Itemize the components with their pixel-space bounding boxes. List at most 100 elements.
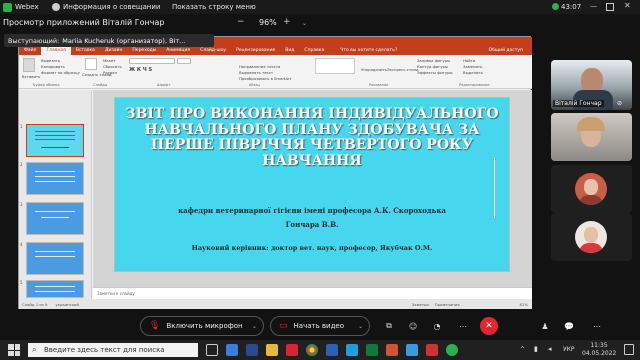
slide-thumbnail[interactable] bbox=[26, 280, 84, 298]
replace-button[interactable]: Заменить bbox=[463, 64, 482, 69]
reactions-icon[interactable]: ☺ bbox=[406, 319, 420, 333]
language-indicator[interactable]: украинский bbox=[55, 302, 79, 307]
quick-styles-button[interactable]: Экспресс-стили bbox=[387, 67, 418, 72]
app-icon[interactable] bbox=[366, 344, 378, 356]
align-text-button[interactable]: Выровнять текст bbox=[239, 70, 273, 75]
more-panels-icon[interactable]: ⋯ bbox=[590, 319, 604, 333]
comments-toggle[interactable]: Примечания bbox=[435, 302, 460, 307]
shape-outline-button[interactable]: Контур фигуры bbox=[417, 64, 448, 69]
mute-button[interactable]: 🎙 Включить микрофон ⌄ bbox=[140, 316, 264, 336]
avatar bbox=[575, 221, 607, 253]
file-explorer-icon[interactable] bbox=[266, 344, 278, 356]
chevron-down-icon[interactable]: ⌄ bbox=[358, 323, 363, 330]
smartart-button[interactable]: Преобразовать в SmartArt bbox=[239, 76, 291, 81]
minimize-icon[interactable]: — bbox=[590, 2, 597, 10]
section-button[interactable]: Раздел bbox=[103, 70, 117, 75]
task-view-icon[interactable] bbox=[206, 344, 218, 356]
participant-avatar-tile[interactable] bbox=[551, 165, 632, 213]
participant-name: Віталій Гончар bbox=[553, 100, 604, 107]
close-icon[interactable]: ✕ bbox=[624, 1, 631, 10]
text-direction-button[interactable]: Направление текста bbox=[239, 64, 280, 69]
notification-icon[interactable] bbox=[624, 344, 634, 355]
ppt-zoom-level[interactable]: 82% bbox=[520, 302, 528, 307]
tab-animations[interactable]: Анимация bbox=[161, 48, 195, 53]
participant-video-tile[interactable] bbox=[551, 113, 632, 161]
tab-slideshow[interactable]: Слайд-шоу bbox=[195, 48, 231, 53]
font-name-select[interactable] bbox=[129, 58, 175, 64]
meeting-info-link[interactable]: Информация о совещании bbox=[63, 3, 160, 11]
font-size-select[interactable] bbox=[177, 58, 191, 64]
notes-toggle[interactable]: Заметки bbox=[412, 302, 429, 307]
start-video-button[interactable]: ▭ Начать видео ⌄ bbox=[270, 316, 370, 336]
explorer-icon[interactable] bbox=[226, 344, 238, 356]
participant-video-tile[interactable]: Віталій Гончар ⊘ bbox=[551, 60, 632, 110]
app-icon[interactable] bbox=[246, 344, 258, 356]
powerpoint-window: ▪ ↶ ↷ Файл Главная Вставка Дизайн Перехо… bbox=[18, 36, 532, 309]
clock-time[interactable]: 11:35 bbox=[582, 342, 616, 349]
format-painter-button[interactable]: Формат по образцу bbox=[41, 70, 80, 75]
chevron-down-icon[interactable]: ⌄ bbox=[302, 20, 307, 27]
paste-icon[interactable] bbox=[23, 58, 35, 72]
app-icon[interactable] bbox=[426, 344, 438, 356]
powerpoint-icon[interactable] bbox=[386, 344, 398, 356]
windows-start-icon[interactable] bbox=[8, 344, 20, 356]
tab-transitions[interactable]: Переходы bbox=[127, 48, 161, 53]
tab-design[interactable]: Дизайн bbox=[100, 48, 127, 53]
participants-icon[interactable]: ♟ bbox=[538, 319, 552, 333]
group-font: Шрифт bbox=[157, 83, 171, 87]
current-slide[interactable]: ЗВІТ ПРО ВИКОНАННЯ ІНДИВІДУАЛЬНОГО НАВЧА… bbox=[114, 97, 510, 272]
tray-chevron-icon[interactable]: ^ bbox=[520, 346, 525, 353]
network-icon[interactable]: ▮ bbox=[534, 345, 538, 353]
arrange-button[interactable]: Упорядочить bbox=[361, 67, 387, 72]
maximize-icon[interactable] bbox=[606, 3, 614, 11]
taskbar-search-box[interactable]: ⌕ Введите здесь текст для поиска bbox=[28, 343, 198, 357]
shape-fill-button[interactable]: Заливка фигуры bbox=[417, 58, 450, 63]
slide-editor-canvas[interactable]: ЗВІТ ПРО ВИКОНАННЯ ІНДИВІДУАЛЬНОГО НАВЧА… bbox=[93, 90, 532, 287]
tab-file[interactable]: Файл bbox=[19, 48, 41, 53]
tab-review[interactable]: Рецензирование bbox=[231, 48, 280, 53]
chevron-down-icon[interactable]: ⌄ bbox=[240, 4, 245, 11]
new-slide-icon[interactable] bbox=[85, 58, 97, 70]
language-indicator[interactable]: УКР bbox=[563, 346, 575, 353]
app-icon[interactable] bbox=[406, 344, 418, 356]
tell-me-search[interactable]: Что вы хотите сделать? bbox=[335, 48, 402, 53]
find-button[interactable]: Найти bbox=[463, 58, 475, 63]
copy-button[interactable]: Копировать bbox=[41, 64, 65, 69]
participant-avatar-tile[interactable] bbox=[551, 213, 632, 261]
app-icon[interactable] bbox=[286, 344, 298, 356]
zoom-out-button[interactable]: − bbox=[237, 17, 245, 27]
shape-effects-button[interactable]: Эффекты фигуры bbox=[417, 70, 453, 75]
share-button[interactable]: Общий доступ bbox=[484, 48, 528, 53]
webex-icon[interactable] bbox=[446, 344, 458, 356]
tab-home[interactable]: Главная bbox=[41, 46, 71, 55]
tab-view[interactable]: Вид bbox=[280, 48, 299, 53]
share-screen-icon[interactable]: ⧉ bbox=[382, 319, 396, 333]
cut-button[interactable]: Вырезать bbox=[41, 58, 60, 63]
tab-insert[interactable]: Вставка bbox=[71, 48, 100, 53]
more-options-icon[interactable]: ⋯ bbox=[456, 319, 470, 333]
layout-button[interactable]: Макет bbox=[103, 58, 115, 63]
chrome-icon[interactable] bbox=[306, 344, 318, 356]
clock-date[interactable]: 04.05.2022 bbox=[582, 350, 616, 357]
slide-thumbnail[interactable] bbox=[26, 162, 84, 195]
connection-icon bbox=[552, 3, 559, 10]
chat-icon[interactable]: 💬 bbox=[562, 319, 576, 333]
paste-button[interactable]: Вставить bbox=[22, 74, 40, 79]
app-icon[interactable] bbox=[346, 344, 358, 356]
reset-button[interactable]: Сбросить bbox=[103, 64, 122, 69]
apps-icon[interactable]: ◔ bbox=[430, 319, 444, 333]
zoom-in-button[interactable]: + bbox=[283, 17, 291, 27]
leave-meeting-button[interactable]: ✕ bbox=[480, 317, 498, 335]
slide-thumbnail[interactable] bbox=[26, 202, 84, 235]
tab-help[interactable]: Справка bbox=[299, 48, 329, 53]
notes-pane[interactable]: Заметки к слайду bbox=[93, 287, 532, 299]
volume-icon[interactable]: ◂ bbox=[548, 345, 552, 353]
shapes-gallery[interactable] bbox=[315, 58, 355, 74]
slide-thumbnail[interactable] bbox=[26, 124, 84, 157]
chevron-down-icon[interactable]: ⌄ bbox=[252, 323, 257, 330]
bold-button[interactable]: Ж К Ч S bbox=[129, 67, 152, 73]
select-button[interactable]: Выделить bbox=[463, 70, 483, 75]
word-icon[interactable] bbox=[326, 344, 338, 356]
slide-thumbnail[interactable] bbox=[26, 242, 84, 275]
slide-title: ЗВІТ ПРО ВИКОНАННЯ ІНДИВІДУАЛЬНОГО НАВЧА… bbox=[125, 106, 499, 169]
